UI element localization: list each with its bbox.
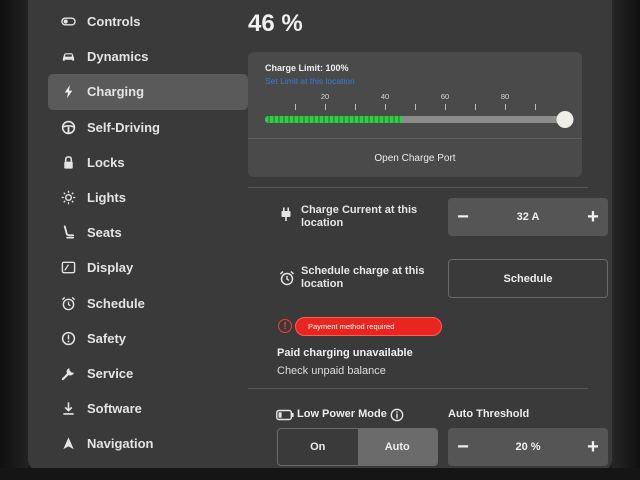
auto-threshold-increase-button[interactable]: + (578, 428, 608, 466)
sidebar-item-label: Seats (87, 225, 122, 241)
warning-icon: ! (278, 319, 292, 333)
screen-bezel-bottom (0, 468, 640, 480)
navigation-arrow-icon (60, 436, 76, 452)
sidebar-item-seats[interactable]: Seats (48, 215, 248, 250)
sun-icon (60, 190, 76, 206)
low-power-auto-option[interactable]: Auto (357, 429, 437, 465)
screen-bezel-left (0, 0, 28, 480)
charge-limit-title: Charge Limit: 100% (265, 63, 349, 73)
tick (295, 104, 296, 110)
charge-current-label: Charge Current at this location (301, 204, 418, 229)
charging-panel: 46 % Charge Limit: 100% Set Limit at thi… (248, 0, 612, 470)
sidebar-item-self-driving[interactable]: Self-Driving (48, 110, 248, 145)
tick (355, 104, 356, 110)
alarm-clock-icon (279, 270, 295, 286)
auto-threshold-value: 20 % (515, 441, 541, 453)
lock-icon (60, 154, 76, 170)
sidebar-item-label: Display (87, 260, 134, 276)
charge-limit-slider[interactable] (265, 111, 574, 128)
sidebar-item-label: Schedule (87, 295, 145, 311)
download-icon (60, 401, 76, 417)
charge-current-increase-button[interactable]: + (578, 198, 608, 236)
info-circle-icon (60, 330, 76, 346)
seat-icon (60, 225, 76, 241)
tick (505, 104, 506, 110)
charge-limit-slider-thumb[interactable] (556, 111, 574, 128)
charge-current-stepper: − 32 A + (448, 198, 608, 236)
wrench-icon (60, 365, 76, 381)
tick (535, 104, 536, 110)
sidebar-item-safety[interactable]: Safety (48, 321, 248, 356)
tick (415, 104, 416, 110)
sidebar-item-dynamics[interactable]: Dynamics (48, 39, 248, 74)
charge-current-value: 32 A (516, 211, 540, 223)
low-power-on-option[interactable]: On (278, 429, 358, 465)
charge-current-decrease-button[interactable]: − (448, 198, 478, 236)
low-power-mode-toggle: On Auto (277, 428, 438, 466)
steering-wheel-icon (60, 119, 76, 135)
charge-limit-card: Charge Limit: 100% Set Limit at this loc… (248, 52, 582, 177)
sidebar-item-label: Dynamics (87, 49, 149, 65)
tick (325, 104, 326, 110)
screen-bezel-right (612, 0, 640, 480)
check-balance-link[interactable]: Check unpaid balance (277, 365, 386, 377)
charge-level-fill (265, 116, 403, 123)
sidebar-item-label: Lights (87, 190, 126, 206)
tick-label-60: 60 (440, 92, 450, 101)
tick (445, 104, 446, 110)
sidebar-item-schedule[interactable]: Schedule (48, 286, 248, 321)
sidebar-item-label: Locks (87, 154, 125, 170)
sidebar-item-label: Safety (87, 330, 127, 346)
sidebar-item-navigation[interactable]: Navigation (48, 426, 248, 461)
divider (248, 388, 588, 389)
alarm-clock-icon (60, 295, 76, 311)
tick (385, 104, 386, 110)
sidebar-item-locks[interactable]: Locks (48, 145, 248, 180)
sidebar-item-controls[interactable]: Controls (48, 4, 248, 39)
set-limit-link[interactable]: Set Limit at this location (265, 76, 355, 86)
tick-label-20: 20 (320, 92, 330, 101)
battery-icon (276, 409, 294, 421)
auto-threshold-stepper: − 20 % + (448, 428, 608, 466)
settings-screen: Controls Dynamics Charging Self-Driving … (28, 0, 612, 470)
charger-plug-icon (281, 207, 291, 221)
payment-required-badge: Payment method required (295, 317, 442, 336)
schedule-button[interactable]: Schedule (448, 259, 608, 298)
info-icon[interactable] (390, 408, 404, 422)
display-icon (60, 260, 76, 276)
sidebar-item-lights[interactable]: Lights (48, 180, 248, 215)
battery-percent: 46 % (248, 10, 303, 37)
divider (248, 187, 588, 188)
sidebar-item-service[interactable]: Service (48, 356, 248, 391)
low-power-mode-label: Low Power Mode (297, 408, 387, 420)
bolt-icon (60, 84, 76, 100)
auto-threshold-label: Auto Threshold (448, 408, 530, 420)
schedule-charge-label: Schedule charge at this location (301, 265, 425, 290)
sidebar-item-label: Navigation (87, 436, 154, 452)
sidebar-item-label: Controls (87, 14, 141, 30)
sidebar-item-label: Service (87, 365, 134, 381)
tick-label-40: 40 (380, 92, 390, 101)
tick-label-80: 80 (500, 92, 510, 101)
charge-limit-scale: 20 40 60 80 (265, 92, 570, 112)
sidebar-item-label: Self-Driving (87, 119, 160, 135)
tick (475, 104, 476, 110)
sidebar-item-software[interactable]: Software (48, 391, 248, 426)
sidebar-item-label: Software (87, 401, 142, 417)
open-charge-port-button[interactable]: Open Charge Port (248, 138, 582, 177)
sidebar: Controls Dynamics Charging Self-Driving … (48, 4, 248, 461)
sidebar-item-display[interactable]: Display (48, 250, 248, 285)
toggle-icon (60, 14, 76, 30)
auto-threshold-decrease-button[interactable]: − (448, 428, 478, 466)
paid-charging-title: Paid charging unavailable (277, 347, 413, 359)
car-icon (60, 49, 76, 65)
sidebar-item-charging[interactable]: Charging (48, 74, 248, 110)
sidebar-item-label: Charging (87, 84, 145, 100)
